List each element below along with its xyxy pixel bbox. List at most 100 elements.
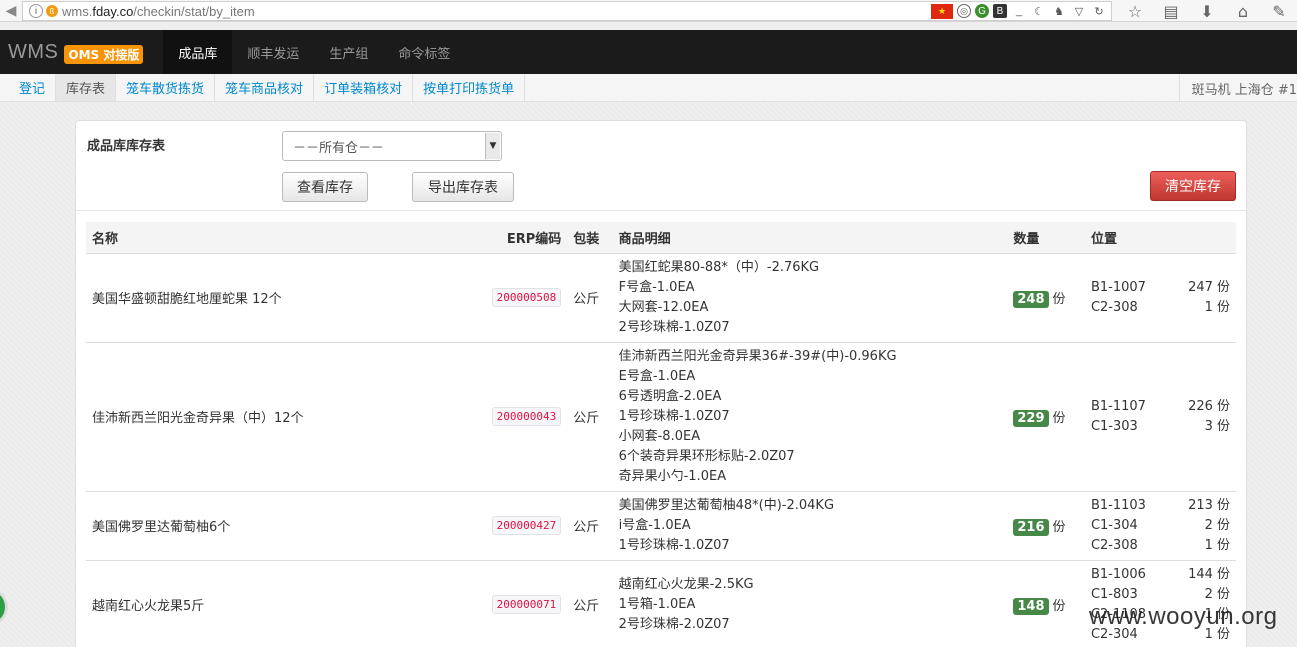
detail-line: 6号透明盒-2.0EA xyxy=(618,388,722,404)
location-qty: 1 xyxy=(1204,299,1213,315)
item-details: 佳沛新西兰阳光金奇异果36#-39#(中)-0.96KG E号盒-1.0EA 6号透… xyxy=(612,341,1008,491)
reading-list-icon[interactable]: ▤ xyxy=(1153,0,1189,22)
location-code: B1-1107 xyxy=(1090,398,1146,414)
dropdown-arrow-icon[interactable]: ▽ xyxy=(1071,3,1087,19)
product-name: 美国华盛顿甜脆红地厘蛇果 12个 xyxy=(86,252,486,342)
erp-code: 200000043 xyxy=(491,407,562,426)
location-qty: 2 xyxy=(1204,517,1213,533)
pack-unit: 公斤 xyxy=(567,341,613,491)
item-details: 美国红蛇果80-88*（中）-2.76KG F号盒-1.0EA 大网套-12.0EA… xyxy=(612,252,1008,342)
col-header-location[interactable]: 位置 xyxy=(1084,222,1236,254)
pack-unit: 公斤 xyxy=(567,559,613,647)
location-unit: 份 xyxy=(1216,537,1230,553)
quantity-badge: 148 xyxy=(1013,597,1049,615)
back-icon[interactable]: ◀ xyxy=(0,0,22,22)
detail-line: 2号珍珠棉-1.0Z07 xyxy=(618,319,730,335)
location-unit: 份 xyxy=(1216,517,1230,533)
subnav-cage-bulk-picking[interactable]: 笼车散货拣货 xyxy=(116,74,216,101)
extension-menu-icon[interactable]: ✎ xyxy=(1261,0,1297,22)
product-name: 美国佛罗里达葡萄柚6个 xyxy=(86,490,486,560)
col-header-name[interactable]: 名称 xyxy=(86,222,486,254)
quantity-badge: 229 xyxy=(1013,409,1049,427)
quantity-unit: 份 xyxy=(1052,410,1066,426)
location-unit: 份 xyxy=(1216,418,1230,434)
nav-item-production[interactable]: 生产组 xyxy=(314,30,383,74)
location-line: B1-1107 226 份 xyxy=(1091,397,1230,417)
extension-g-icon[interactable]: G xyxy=(975,4,989,18)
detail-line: 2号珍珠棉-2.0Z07 xyxy=(618,616,730,632)
subnav-register[interactable]: 登记 xyxy=(0,74,57,101)
top-navbar: WMS OMS 对接版 成品库 顺丰发运 生产组 命令标签 xyxy=(0,30,1297,74)
locations: B1-1007 247 份 C2-308 1 份 xyxy=(1084,252,1236,342)
pack-unit: 公斤 xyxy=(567,252,613,342)
export-stock-button[interactable]: 导出库存表 xyxy=(412,172,514,202)
extension-underline-icon[interactable]: _ xyxy=(1011,3,1027,19)
reload-icon[interactable]: ↻ xyxy=(1091,3,1107,19)
location-line: B1-1103 213 份 xyxy=(1091,496,1230,516)
detail-line: 奇异果小勺-1.0EA xyxy=(618,468,727,484)
warehouse-select[interactable]: －－所有仓－－ ▼ xyxy=(282,131,502,161)
extension-moon-icon[interactable]: ☾ xyxy=(1031,3,1047,19)
site-favicon-icon: ß xyxy=(46,5,58,17)
location-qty: 3 xyxy=(1204,418,1213,434)
oms-badge: OMS 对接版 xyxy=(64,44,144,64)
quantity-unit: 份 xyxy=(1052,598,1066,614)
subnav-print-pick-list[interactable]: 按单打印拣货单 xyxy=(413,74,526,101)
nav-item-finished-goods[interactable]: 成品库 xyxy=(163,30,233,74)
detail-line: 1号珍珠棉-1.0Z07 xyxy=(618,537,730,553)
extension-globe-icon[interactable]: ◎ xyxy=(957,4,971,18)
page-info-icon[interactable]: i xyxy=(29,4,43,18)
home-icon[interactable]: ⌂ xyxy=(1225,0,1261,22)
location-line: C1-303 3 份 xyxy=(1091,417,1230,437)
location-unit: 份 xyxy=(1216,497,1230,513)
erp-code: 200000427 xyxy=(491,516,562,535)
location-line: B1-1007 247 份 xyxy=(1091,278,1230,298)
detail-line: 美国佛罗里达葡萄柚48*(中)-2.04KG xyxy=(618,497,835,513)
location-code: C1-803 xyxy=(1090,586,1138,602)
erp-code: 200000508 xyxy=(491,288,562,307)
chevron-down-icon[interactable]: ▼ xyxy=(485,133,500,159)
quantity-badge: 216 xyxy=(1013,518,1049,536)
col-header-erp[interactable]: ERP编码 xyxy=(485,222,568,254)
china-flag-icon[interactable]: ★ xyxy=(931,3,953,19)
location-qty: 247 xyxy=(1188,279,1213,295)
item-details: 越南红心火龙果-2.5KG 1号箱-1.0EA 2号珍珠棉-2.0Z07 xyxy=(612,559,1008,647)
nav-item-command-labels[interactable]: 命令标签 xyxy=(383,30,465,74)
address-bar[interactable]: i ß wms.fday.co/checkin/stat/by_item ★ ◎… xyxy=(22,1,1112,21)
warehouse-select-value: －－所有仓－－ xyxy=(293,140,385,156)
col-header-detail[interactable]: 商品明细 xyxy=(612,222,1008,254)
detail-line: F号盒-1.0EA xyxy=(618,279,695,295)
view-stock-button[interactable]: 查看库存 xyxy=(282,172,368,202)
quantity-badge: 248 xyxy=(1013,290,1049,308)
download-icon[interactable]: ⬇ xyxy=(1189,0,1225,22)
location-qty: 226 xyxy=(1188,398,1213,414)
detail-line: E号盒-1.0EA xyxy=(618,368,696,384)
location-line: C2-308 1 份 xyxy=(1091,298,1230,318)
extension-b-icon[interactable]: B xyxy=(993,4,1007,18)
clear-stock-button[interactable]: 清空库存 xyxy=(1150,171,1236,201)
subnav-stock-table[interactable]: 库存表 xyxy=(56,74,117,101)
bookmark-star-icon[interactable]: ☆ xyxy=(1117,0,1153,22)
location-line: B1-1006 144 份 xyxy=(1091,565,1230,585)
detail-line: 美国红蛇果80-88*（中）-2.76KG xyxy=(618,259,820,275)
browser-toolbar: ◀ i ß wms.fday.co/checkin/stat/by_item ★… xyxy=(0,0,1297,22)
table-row: 美国佛罗里达葡萄柚6个 200000427 公斤 美国佛罗里达葡萄柚48*(中)-2.… xyxy=(86,490,1236,560)
nav-item-sf-shipping[interactable]: 顺丰发运 xyxy=(232,30,314,74)
location-qty: 144 xyxy=(1188,566,1213,582)
location-code: C1-303 xyxy=(1090,418,1138,434)
location-line: C2-308 1 份 xyxy=(1091,536,1230,556)
brand-logo[interactable]: WMS xyxy=(8,41,58,64)
extension-camel-icon[interactable]: ♞ xyxy=(1051,3,1067,19)
col-header-pack[interactable]: 包装 xyxy=(567,222,613,254)
product-name: 越南红心火龙果5斤 xyxy=(86,559,486,647)
locations: B1-1103 213 份 C1-304 2 份 C2-308 1 份 xyxy=(1084,490,1236,560)
subnav-cage-item-check[interactable]: 笼车商品核对 xyxy=(215,74,315,101)
product-name: 佳沛新西兰阳光金奇异果（中）12个 xyxy=(86,341,486,491)
subnav-order-packing-check[interactable]: 订单装箱核对 xyxy=(314,74,414,101)
detail-line: 小网套-8.0EA xyxy=(618,428,701,444)
col-header-qty[interactable]: 数量 xyxy=(1007,222,1085,254)
location-qty: 2 xyxy=(1204,586,1213,602)
detail-line: 1号珍珠棉-1.0Z07 xyxy=(618,408,730,424)
printer-warehouse-info: 斑马机 上海仓 #1 xyxy=(1178,74,1297,102)
location-unit: 份 xyxy=(1216,398,1230,414)
